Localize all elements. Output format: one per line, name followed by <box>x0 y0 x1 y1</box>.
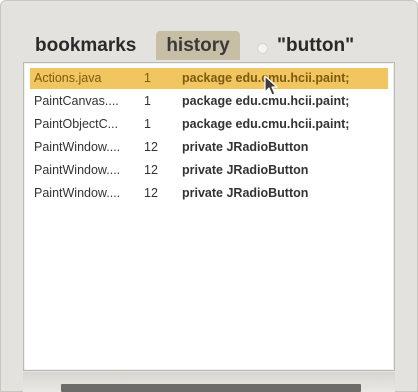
list-item[interactable]: PaintObjectC... 1 package edu.cmu.hcii.p… <box>30 114 388 135</box>
line-number: 12 <box>144 163 158 177</box>
list-item[interactable]: PaintCanvas.... 1 package edu.cmu.hcii.p… <box>30 91 388 112</box>
list-item[interactable]: PaintWindow.... 12 private JRadioButton <box>30 183 388 204</box>
list-item[interactable]: PaintWindow.... 12 private JRadioButton <box>30 137 388 158</box>
line-number: 12 <box>144 140 158 154</box>
code-snippet: private JRadioButton <box>182 186 309 200</box>
history-list[interactable]: Actions.java 1 package edu.cmu.hcii.pain… <box>23 62 395 371</box>
line-number: 1 <box>144 94 151 108</box>
list-item[interactable]: Actions.java 1 package edu.cmu.hcii.pain… <box>30 68 388 89</box>
file-name: PaintWindow.... <box>34 140 121 154</box>
file-name: Actions.java <box>34 71 102 85</box>
file-name: PaintObjectC... <box>34 117 119 131</box>
code-snippet: private JRadioButton <box>182 140 309 154</box>
history-panel: bookmarks history "button" Actions.java … <box>0 0 418 392</box>
tab-history[interactable]: history <box>156 31 240 60</box>
tab-button[interactable]: "button" <box>277 31 354 60</box>
bottom-divider <box>61 384 361 392</box>
cursor-arrow-icon <box>264 75 278 96</box>
file-name: PaintWindow.... <box>34 186 121 200</box>
code-snippet: package edu.cmu.hcii.paint; <box>182 94 350 108</box>
tab-bar: bookmarks history "button" <box>1 31 418 61</box>
dot-icon <box>257 43 268 54</box>
tab-bookmarks[interactable]: bookmarks <box>35 31 136 60</box>
line-number: 1 <box>144 117 151 131</box>
line-number: 12 <box>144 186 158 200</box>
code-snippet: package edu.cmu.hcii.paint; <box>182 117 350 131</box>
file-name: PaintWindow.... <box>34 163 121 177</box>
file-name: PaintCanvas.... <box>34 94 119 108</box>
code-snippet: package edu.cmu.hcii.paint; <box>182 71 350 85</box>
code-snippet: private JRadioButton <box>182 163 309 177</box>
list-item[interactable]: PaintWindow.... 12 private JRadioButton <box>30 160 388 181</box>
line-number: 1 <box>144 71 151 85</box>
